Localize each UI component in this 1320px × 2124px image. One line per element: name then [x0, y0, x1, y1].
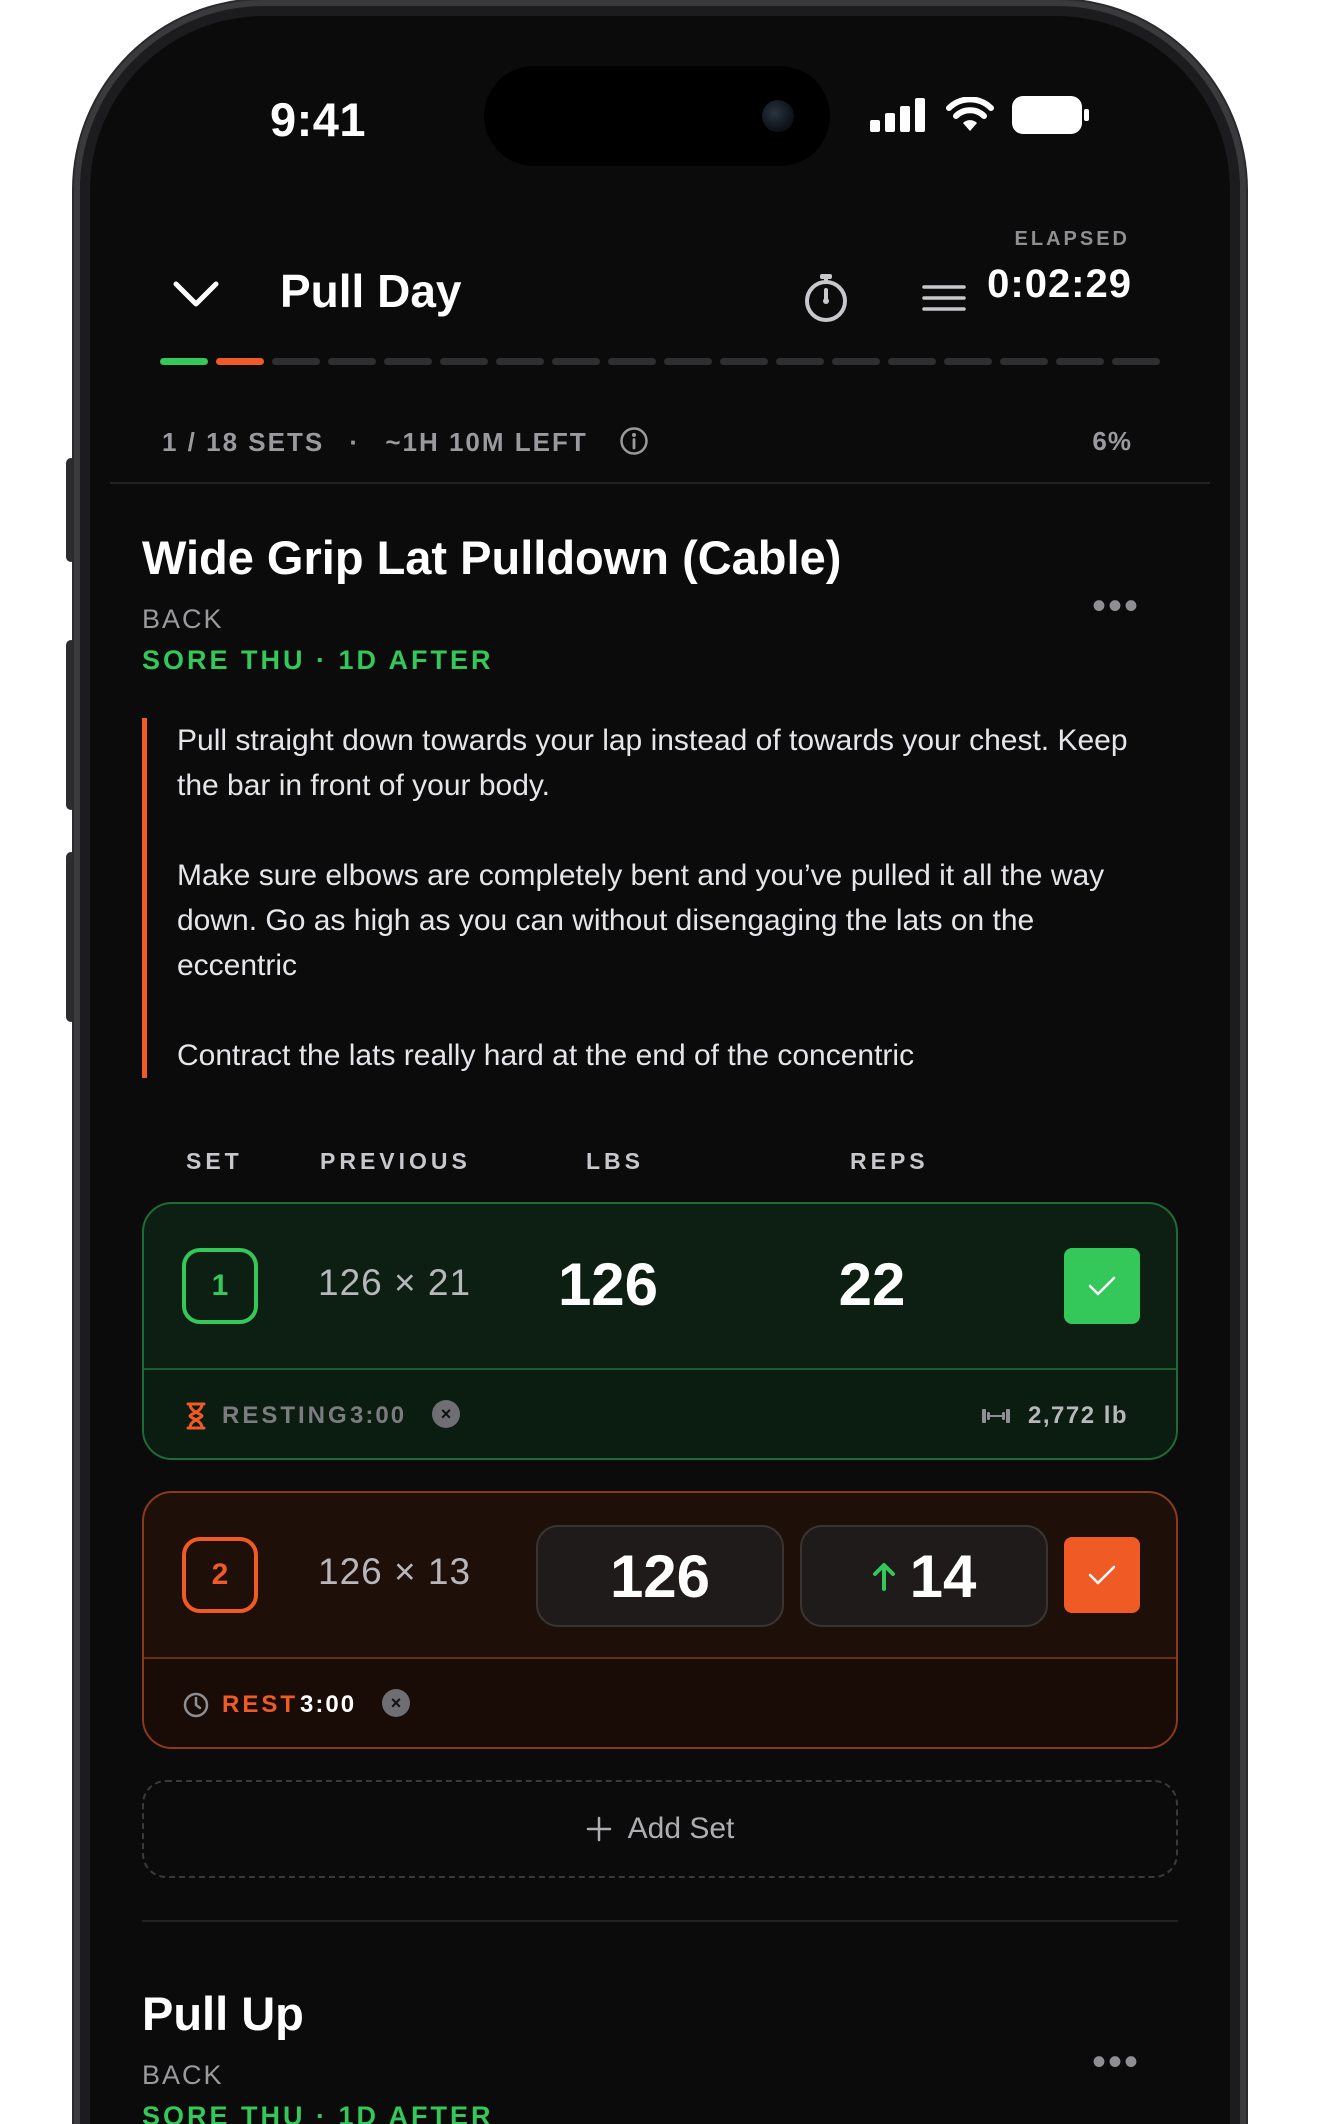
dumbbell-icon	[982, 1409, 1010, 1423]
col-header-reps: REPS	[850, 1148, 929, 1174]
progress-percent: 6%	[1092, 426, 1132, 456]
lbs-input[interactable]: 126	[536, 1525, 784, 1627]
elapsed-label: ELAPSED	[1014, 228, 1130, 250]
rest-label: REST	[222, 1691, 299, 1718]
exercise-notes: Pull straight down towards your lap inst…	[142, 718, 1142, 1078]
set-progress-bar	[160, 358, 1160, 365]
set-number-badge[interactable]: 1	[182, 1248, 258, 1324]
app-screen: 9:41 Pull Day ELAPSED 0:02:29 1 / 18 SET…	[110, 36, 1210, 2124]
progress-segment	[496, 358, 544, 365]
exercise-more-icon[interactable]: •••	[1092, 2040, 1140, 2085]
progress-segment	[776, 358, 824, 365]
lbs-input-value: 126	[609, 1542, 711, 1610]
reps-input-value: 14	[909, 1542, 977, 1610]
lbs-value[interactable]: 126	[484, 1250, 732, 1319]
exercise-more-icon[interactable]: •••	[1092, 584, 1140, 629]
progress-segment	[664, 358, 712, 365]
meta-separator: ·	[349, 427, 361, 457]
dismiss-rest-icon[interactable]: ×	[382, 1689, 410, 1717]
wifi-icon	[946, 97, 994, 131]
progress-segment	[552, 358, 600, 365]
status-icons	[870, 96, 1090, 134]
clock-icon	[183, 1692, 209, 1718]
progress-meta: 1 / 18 SETS · ~1H 10M LEFT	[162, 426, 649, 458]
hourglass-icon	[186, 1402, 206, 1430]
exercise-soreness: SORE THU · 1D AFTER	[142, 2101, 494, 2124]
set-number-badge[interactable]: 2	[182, 1537, 258, 1613]
workout-title[interactable]: Pull Day	[280, 264, 462, 318]
progress-segment	[216, 358, 264, 365]
rest-footer: REST 3:00 ×	[144, 1657, 1176, 1747]
note-paragraph: Contract the lats really hard at the end…	[177, 1039, 915, 1072]
cellular-signal-icon	[870, 98, 925, 132]
col-header-set: SET	[186, 1148, 243, 1174]
exercise-title[interactable]: Wide Grip Lat Pulldown (Cable)	[142, 530, 841, 585]
progress-segment	[720, 358, 768, 365]
set-row-completed: 1 126 × 21 126 22 RESTING 3:00 × 2,772 l…	[142, 1202, 1178, 1460]
progress-segment	[608, 358, 656, 365]
complete-set-button[interactable]	[1064, 1537, 1140, 1613]
plus-icon	[586, 1816, 611, 1842]
exercise-title[interactable]: Pull Up	[142, 1986, 304, 2041]
progress-segment	[328, 358, 376, 365]
progress-segment	[832, 358, 880, 365]
add-set-label: Add Set	[627, 1812, 735, 1845]
progress-segment	[440, 358, 488, 365]
checkmark-icon	[1088, 1565, 1116, 1585]
reps-input[interactable]: 14	[800, 1525, 1048, 1627]
col-header-lbs: LBS	[586, 1148, 644, 1174]
menu-icon[interactable]	[922, 284, 966, 312]
battery-icon	[1012, 96, 1089, 134]
exercise-category: BACK	[142, 604, 224, 634]
rest-timer[interactable]: 3:00	[350, 1402, 406, 1430]
progress-segment	[1056, 358, 1104, 365]
checkmark-icon	[1088, 1276, 1116, 1296]
progress-segment	[888, 358, 936, 365]
time-left: ~1H 10M LEFT	[385, 427, 588, 457]
progress-segment	[384, 358, 432, 365]
header-divider	[110, 482, 1210, 484]
complete-set-button[interactable]	[1064, 1248, 1140, 1324]
exercise-divider	[142, 1920, 1178, 1922]
progress-segment	[1000, 358, 1048, 365]
progress-segment	[1112, 358, 1160, 365]
note-paragraph: Make sure elbows are completely bent and…	[177, 859, 1105, 982]
note-paragraph: Pull straight down towards your lap inst…	[177, 724, 1128, 802]
col-header-previous: PREVIOUS	[320, 1148, 471, 1174]
rest-label: RESTING	[222, 1402, 350, 1429]
progress-segment	[160, 358, 208, 365]
reps-value[interactable]: 22	[748, 1250, 996, 1319]
info-icon[interactable]	[619, 426, 649, 456]
arrow-up-icon	[872, 1563, 895, 1591]
elapsed-timer: 0:02:29	[987, 262, 1132, 306]
set-row-active: 2 126 × 13 126 14 REST 3:00 ×	[142, 1491, 1178, 1749]
dynamic-island	[484, 66, 830, 166]
rest-footer: RESTING 3:00 × 2,772 lb	[144, 1368, 1176, 1458]
status-time: 9:41	[270, 93, 367, 146]
collapse-chevron-icon[interactable]	[172, 280, 220, 310]
exercise-category: BACK	[142, 2060, 224, 2090]
exercise-soreness: SORE THU · 1D AFTER	[142, 645, 494, 675]
rest-timer[interactable]: 3:00	[300, 1691, 356, 1719]
sets-count: 1 / 18 SETS	[162, 427, 325, 457]
add-set-button[interactable]: Add Set	[142, 1780, 1178, 1878]
previous-value[interactable]: 126 × 21	[318, 1262, 471, 1304]
progress-segment	[272, 358, 320, 365]
stopwatch-icon[interactable]	[802, 272, 850, 324]
dismiss-rest-icon[interactable]: ×	[432, 1400, 460, 1428]
camera-lens	[762, 100, 794, 132]
progress-segment	[944, 358, 992, 365]
set-volume: 2,772 lb	[1028, 1402, 1129, 1429]
previous-value[interactable]: 126 × 13	[318, 1551, 471, 1593]
